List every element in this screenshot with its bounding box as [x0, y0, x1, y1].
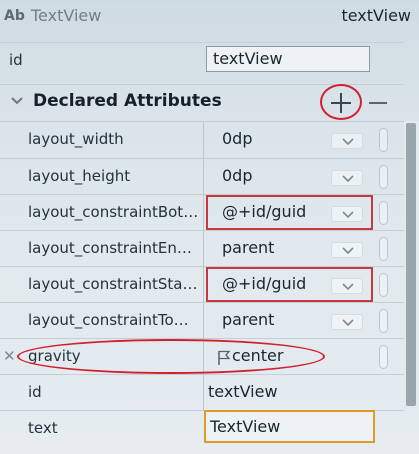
column-divider [203, 339, 204, 375]
id-row: id textView [0, 42, 419, 78]
declared-attributes-header[interactable]: Declared Attributes [0, 85, 419, 121]
id-label: id [9, 51, 23, 69]
column-divider [203, 267, 204, 303]
panel-header: Ab TextView textView [0, 0, 419, 36]
attribute-pin[interactable] [379, 273, 388, 297]
add-attribute-button[interactable] [327, 89, 355, 117]
textview-icon: Ab [4, 8, 25, 24]
attr-row-layout-height: layout_height 0dp [0, 159, 419, 195]
attr-value[interactable]: 0dp [222, 129, 253, 148]
close-icon[interactable]: ✕ [3, 347, 16, 365]
text-field[interactable]: TextView [204, 410, 375, 443]
attr-label: id [28, 383, 42, 401]
column-divider [203, 303, 204, 339]
attr-label: layout_constraintTo… [28, 311, 189, 329]
attr-label: layout_constraintBot… [28, 203, 199, 221]
attr-value[interactable]: @+id/guid [222, 202, 306, 221]
attr-label: text [28, 419, 58, 437]
attr-value[interactable]: 0dp [222, 166, 253, 185]
attribute-pin[interactable] [379, 237, 388, 261]
attr-row-constraint-top: layout_constraintTo… parent [0, 303, 419, 339]
attribute-pin[interactable] [379, 345, 388, 369]
attr-label: layout_constraintSta… [28, 275, 198, 293]
attr-row-constraint-end: layout_constraintEn… parent [0, 231, 419, 267]
column-divider [203, 159, 204, 195]
attr-label: layout_constraintEn… [28, 239, 192, 257]
attr-label: gravity [28, 347, 81, 365]
chevron-down-icon[interactable] [9, 93, 25, 109]
attr-row-gravity: ✕ gravity center [0, 339, 419, 375]
attr-value[interactable]: parent [222, 238, 274, 257]
attr-row-layout-width: layout_width 0dp [0, 122, 419, 158]
attribute-pin[interactable] [379, 165, 388, 189]
chevron-down-icon [342, 283, 354, 291]
component-type: TextView [31, 6, 102, 25]
chevron-down-icon [342, 319, 354, 327]
remove-attribute-button[interactable] [366, 89, 390, 117]
column-divider [203, 231, 204, 267]
value-dropdown[interactable] [331, 242, 363, 258]
value-dropdown[interactable] [331, 278, 363, 294]
attr-label: layout_width [28, 130, 124, 148]
attribute-pin[interactable] [379, 128, 388, 152]
chevron-down-icon [342, 247, 354, 255]
section-title: Declared Attributes [33, 91, 222, 111]
attr-row-constraint-start: layout_constraintSta… @+id/guid [0, 267, 419, 303]
scrollbar-thumb[interactable] [406, 123, 416, 406]
attr-value[interactable]: @+id/guid [222, 274, 306, 293]
attr-value[interactable]: center [232, 346, 283, 365]
column-divider [203, 195, 204, 231]
id-field[interactable]: textView [206, 46, 370, 72]
value-dropdown[interactable] [331, 170, 363, 186]
flag-icon[interactable] [217, 350, 231, 366]
attr-value[interactable]: parent [222, 310, 274, 329]
attr-row-constraint-bottom: layout_constraintBot… @+id/guid [0, 195, 419, 231]
attr-label: layout_height [28, 167, 131, 185]
attr-value[interactable]: textView [208, 382, 278, 401]
attributes-panel: Ab TextView textView id textView Declare… [0, 0, 419, 454]
attr-row-id: id textView [0, 375, 419, 411]
column-divider [203, 375, 204, 411]
value-dropdown[interactable] [331, 206, 363, 222]
chevron-down-icon [342, 138, 354, 146]
attribute-pin[interactable] [379, 201, 388, 225]
attribute-pin[interactable] [379, 309, 388, 333]
chevron-down-icon [342, 175, 354, 183]
column-divider [203, 122, 204, 158]
value-dropdown[interactable] [331, 314, 363, 330]
value-dropdown[interactable] [331, 133, 363, 149]
component-id: textView [341, 6, 411, 25]
chevron-down-icon [342, 211, 354, 219]
